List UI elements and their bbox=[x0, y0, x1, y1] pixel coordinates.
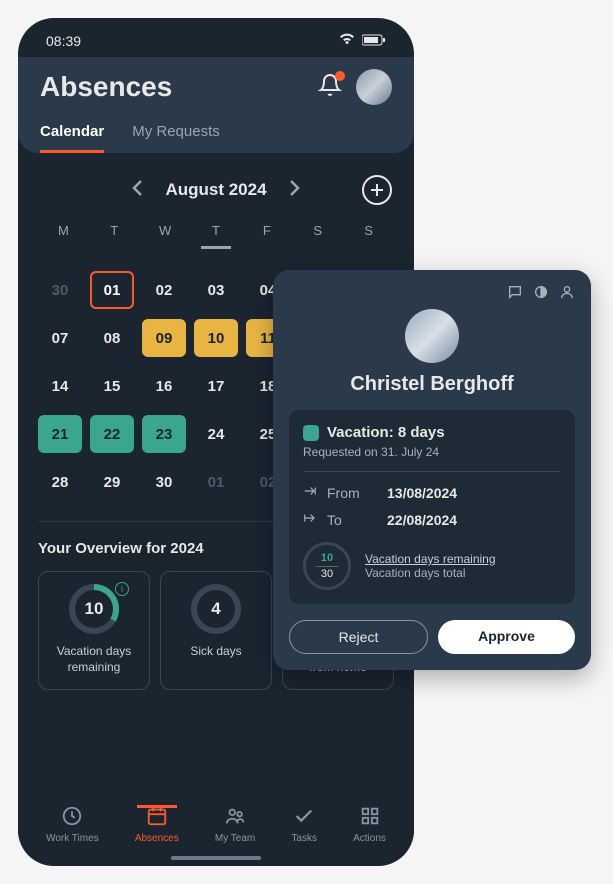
calendar-day[interactable]: 03 bbox=[194, 271, 238, 309]
calendar-day[interactable]: 21 bbox=[38, 415, 82, 453]
overview-card-vacation[interactable]: i 10 Vacation days remaining bbox=[38, 571, 150, 690]
nav-my-team[interactable]: My Team bbox=[215, 805, 255, 844]
nav-work-times[interactable]: Work Times bbox=[46, 805, 99, 844]
divider bbox=[303, 471, 561, 472]
calendar-day[interactable]: 07 bbox=[38, 319, 82, 357]
days-remaining-link[interactable]: Vacation days remaining bbox=[365, 552, 496, 566]
calendar-day[interactable]: 02 bbox=[142, 271, 186, 309]
active-indicator bbox=[137, 805, 177, 808]
nav-actions[interactable]: Actions bbox=[353, 805, 386, 844]
nav-tasks[interactable]: Tasks bbox=[291, 805, 317, 844]
calendar-day[interactable]: 23 bbox=[142, 415, 186, 453]
add-absence-button[interactable] bbox=[362, 175, 392, 205]
dow-mon: M bbox=[38, 217, 89, 253]
calendar-day[interactable]: 30 bbox=[142, 463, 186, 501]
month-label: August 2024 bbox=[165, 180, 266, 200]
arrow-right-icon bbox=[303, 484, 317, 501]
card-label: Vacation days remaining bbox=[47, 644, 141, 675]
status-time: 08:39 bbox=[46, 33, 81, 49]
weekday-header: M T W T F S S bbox=[18, 217, 414, 253]
contrast-icon[interactable] bbox=[533, 284, 549, 305]
overview-card-sick[interactable]: 4 Sick days bbox=[160, 571, 272, 690]
bottom-nav: Work Times Absences My Team Tasks Action… bbox=[18, 787, 414, 866]
next-month-button[interactable] bbox=[289, 179, 301, 202]
calendar-day[interactable]: 14 bbox=[38, 367, 82, 405]
requested-on: Requested on 31. July 24 bbox=[303, 445, 561, 459]
from-label: From bbox=[327, 485, 377, 501]
nav-label: Tasks bbox=[291, 833, 317, 844]
arrow-to-icon bbox=[303, 511, 317, 528]
days-ring: 10 30 bbox=[303, 542, 351, 590]
month-nav: August 2024 bbox=[18, 153, 414, 217]
dow-fri: F bbox=[241, 217, 292, 253]
dow-thu: T bbox=[201, 217, 232, 249]
calendar-day[interactable]: 09 bbox=[142, 319, 186, 357]
to-label: To bbox=[327, 512, 377, 528]
to-date: 22/08/2024 bbox=[387, 512, 457, 528]
profile-avatar[interactable] bbox=[356, 69, 392, 105]
calendar-day[interactable]: 08 bbox=[90, 319, 134, 357]
popup-avatar bbox=[405, 309, 459, 363]
calendar-day[interactable]: 01 bbox=[90, 271, 134, 309]
calendar-day[interactable]: 15 bbox=[90, 367, 134, 405]
dow-tue: T bbox=[89, 217, 140, 253]
from-date: 13/08/2024 bbox=[387, 485, 457, 501]
card-value: 4 bbox=[197, 590, 235, 628]
tab-calendar[interactable]: Calendar bbox=[40, 123, 104, 153]
calendar-day[interactable]: 17 bbox=[194, 367, 238, 405]
calendar-day[interactable]: 22 bbox=[90, 415, 134, 453]
calendar-day[interactable]: 30 bbox=[38, 271, 82, 309]
tab-my-requests[interactable]: My Requests bbox=[132, 123, 220, 153]
approve-button[interactable]: Approve bbox=[438, 620, 575, 654]
battery-icon bbox=[362, 33, 386, 49]
nav-label: My Team bbox=[215, 833, 255, 844]
dow-wed: W bbox=[140, 217, 191, 253]
request-details: Vacation: 8 days Requested on 31. July 2… bbox=[289, 410, 575, 604]
user-icon[interactable] bbox=[559, 284, 575, 305]
status-bar: 08:39 bbox=[18, 18, 414, 57]
calendar-day[interactable]: 24 bbox=[194, 415, 238, 453]
request-popup: Christel Berghoff Vacation: 8 days Reque… bbox=[273, 270, 591, 670]
calendar-day[interactable]: 29 bbox=[90, 463, 134, 501]
calendar-day[interactable]: 16 bbox=[142, 367, 186, 405]
page-title: Absences bbox=[40, 71, 172, 103]
calendar-day[interactable]: 10 bbox=[194, 319, 238, 357]
calendar-day[interactable]: 01 bbox=[194, 463, 238, 501]
notification-dot-icon bbox=[335, 71, 345, 81]
prev-month-button[interactable] bbox=[131, 179, 143, 202]
info-icon[interactable]: i bbox=[115, 582, 129, 596]
nav-absences[interactable]: Absences bbox=[135, 805, 179, 844]
card-value: 10 bbox=[75, 590, 113, 628]
vacation-tag-icon bbox=[303, 425, 319, 441]
popup-name: Christel Berghoff bbox=[289, 373, 575, 396]
notifications-button[interactable] bbox=[318, 73, 342, 102]
card-label: Sick days bbox=[169, 644, 263, 660]
nav-label: Actions bbox=[353, 833, 386, 844]
nav-label: Work Times bbox=[46, 833, 99, 844]
header: Absences Calendar My Requests bbox=[18, 57, 414, 153]
days-remaining-value: 10 bbox=[321, 552, 333, 564]
chat-icon[interactable] bbox=[507, 284, 523, 305]
days-total-label: Vacation days total bbox=[365, 566, 496, 580]
days-total-value: 30 bbox=[321, 568, 333, 580]
nav-label: Absences bbox=[135, 833, 179, 844]
dow-sat: S bbox=[292, 217, 343, 253]
wifi-icon bbox=[338, 32, 356, 49]
dow-sun: S bbox=[343, 217, 394, 253]
home-indicator[interactable] bbox=[171, 856, 261, 860]
reject-button[interactable]: Reject bbox=[289, 620, 428, 654]
calendar-day[interactable]: 28 bbox=[38, 463, 82, 501]
request-type: Vacation: 8 days bbox=[327, 424, 445, 441]
